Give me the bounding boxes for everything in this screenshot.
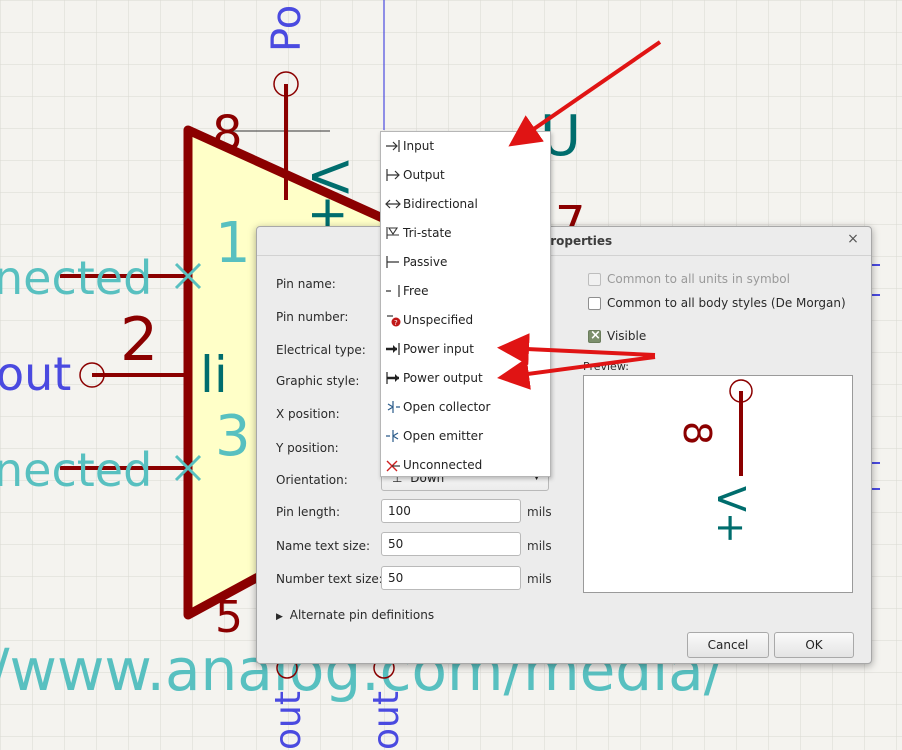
arrow-to-power-output xyxy=(497,355,656,390)
arrow-to-input xyxy=(508,40,662,147)
annotation-arrows xyxy=(497,40,662,390)
arrow-to-power-input xyxy=(497,333,656,366)
